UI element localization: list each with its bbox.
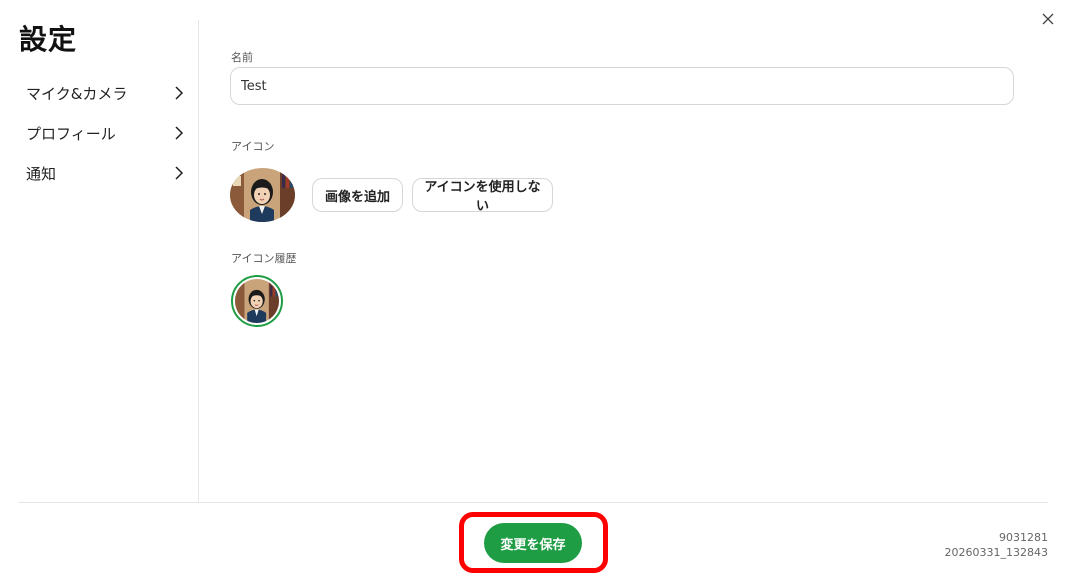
icon-label: アイコン [231, 140, 275, 153]
close-icon[interactable] [1039, 10, 1057, 28]
page-title: 設定 [19, 23, 78, 56]
sidebar-divider [198, 20, 199, 502]
version-info: 9031281 20260331_132843 [945, 530, 1048, 560]
remove-icon-button[interactable]: アイコンを使用しない [412, 178, 553, 214]
chevron-right-icon [175, 126, 184, 140]
build-timestamp: 20260331_132843 [944, 546, 1048, 559]
save-changes-button[interactable]: 変更を保存 [484, 523, 582, 563]
avatar-image [235, 279, 279, 323]
icon-history-item[interactable] [231, 275, 283, 327]
footer-divider [18, 502, 1048, 503]
sidebar-item-label: 通知 [26, 164, 57, 183]
sidebar-item-profile[interactable]: プロフィール [26, 118, 186, 148]
sidebar-item-label: マイク&カメラ [26, 84, 128, 103]
add-image-button[interactable]: 画像を追加 [312, 178, 403, 212]
avatar-image [230, 168, 295, 222]
sidebar-item-label: プロフィール [26, 124, 116, 143]
chevron-right-icon [175, 86, 184, 100]
sidebar-item-notifications[interactable]: 通知 [26, 158, 186, 188]
avatar [230, 168, 295, 222]
name-field[interactable] [230, 67, 1014, 105]
version-number: 9031281 [999, 531, 1048, 544]
chevron-right-icon [175, 166, 184, 180]
sidebar-item-mic-camera[interactable]: マイク&カメラ [26, 78, 186, 108]
icon-history-label: アイコン履歴 [231, 252, 297, 265]
name-label: 名前 [231, 51, 253, 64]
